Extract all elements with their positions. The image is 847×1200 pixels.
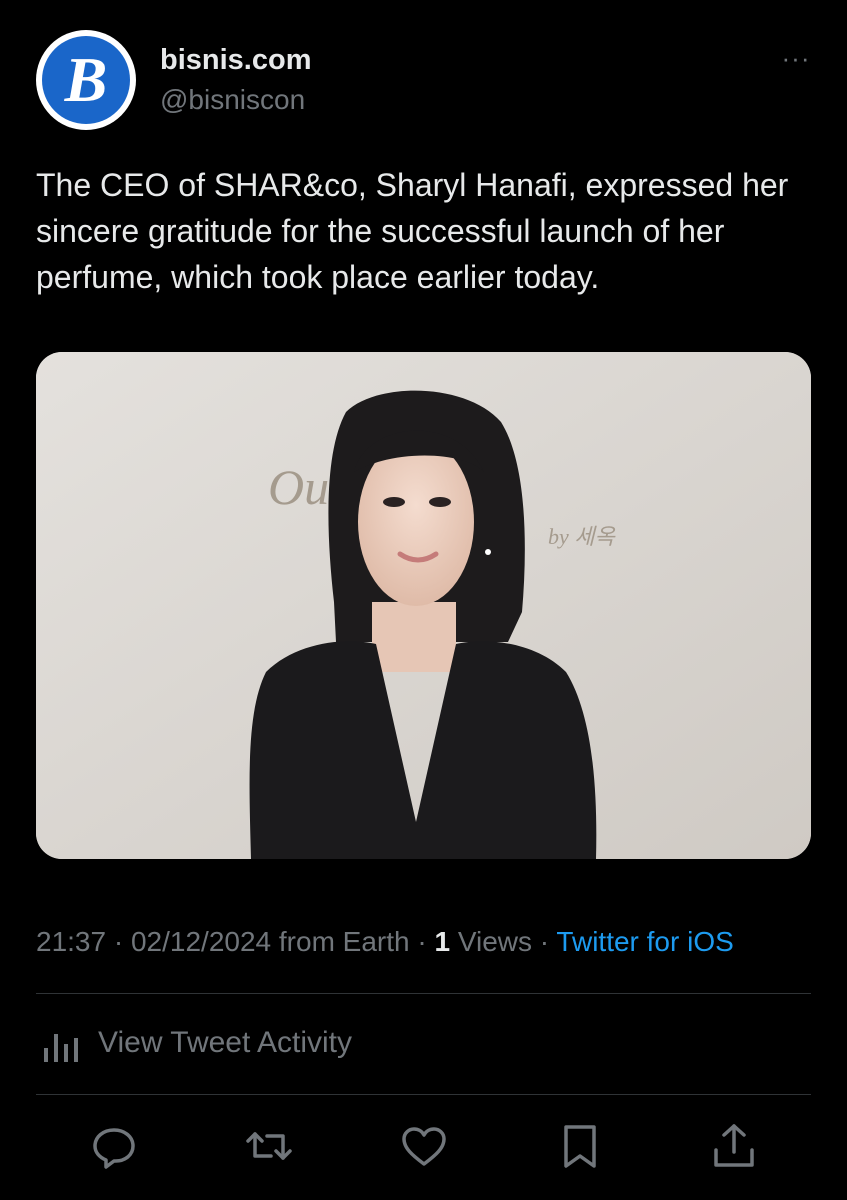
avatar[interactable]: B bbox=[36, 30, 136, 130]
meta-separator: · bbox=[409, 926, 435, 957]
reply-icon bbox=[93, 1128, 135, 1169]
tweet-source-link[interactable]: Twitter for iOS bbox=[556, 926, 733, 957]
reply-button[interactable] bbox=[88, 1120, 140, 1172]
retweet-icon bbox=[246, 1132, 292, 1160]
meta-separator: · bbox=[532, 926, 557, 957]
retweet-button[interactable] bbox=[243, 1120, 295, 1172]
tweet-meta: 21:37 · 02/12/2024 from Earth · 1 Views … bbox=[36, 926, 734, 958]
divider bbox=[36, 1094, 811, 1095]
tweet-time: 21:37 bbox=[36, 926, 107, 957]
views-count[interactable]: 1 bbox=[434, 926, 450, 957]
tweet-actions bbox=[36, 1120, 811, 1180]
share-icon bbox=[714, 1124, 754, 1167]
view-tweet-activity-label: View Tweet Activity bbox=[98, 1026, 353, 1059]
photo-illustration: Ou telier by 세옥 bbox=[36, 352, 811, 859]
view-tweet-activity-button[interactable]: View Tweet Activity bbox=[36, 1020, 536, 1070]
tweet-location: from Earth bbox=[271, 926, 410, 957]
views-label[interactable]: Views bbox=[450, 926, 532, 957]
share-button[interactable] bbox=[708, 1120, 760, 1172]
like-icon bbox=[402, 1127, 446, 1166]
avatar-logo: B bbox=[42, 36, 130, 124]
tweet-photo[interactable]: Ou telier by 세옥 bbox=[36, 352, 811, 859]
like-button[interactable] bbox=[398, 1120, 450, 1172]
avatar-letter: B bbox=[64, 44, 108, 115]
meta-separator: · bbox=[106, 926, 131, 957]
tweet-header: B bisnis.com @bisniscon ··· bbox=[36, 30, 816, 130]
divider bbox=[36, 993, 811, 994]
tweet-text: The CEO of SHAR&co, Sharyl Hanafi, expre… bbox=[36, 167, 789, 295]
bookmark-button[interactable] bbox=[554, 1120, 606, 1172]
bookmark-icon bbox=[564, 1125, 596, 1168]
analytics-icon bbox=[44, 1034, 78, 1062]
display-name[interactable]: bisnis.com bbox=[160, 44, 312, 77]
more-options-icon[interactable]: ··· bbox=[776, 45, 816, 71]
user-handle[interactable]: @bisniscon bbox=[160, 84, 305, 116]
wall-sign-subtext: by 세옥 bbox=[548, 524, 617, 549]
tweet-date: 02/12/2024 bbox=[130, 926, 272, 957]
